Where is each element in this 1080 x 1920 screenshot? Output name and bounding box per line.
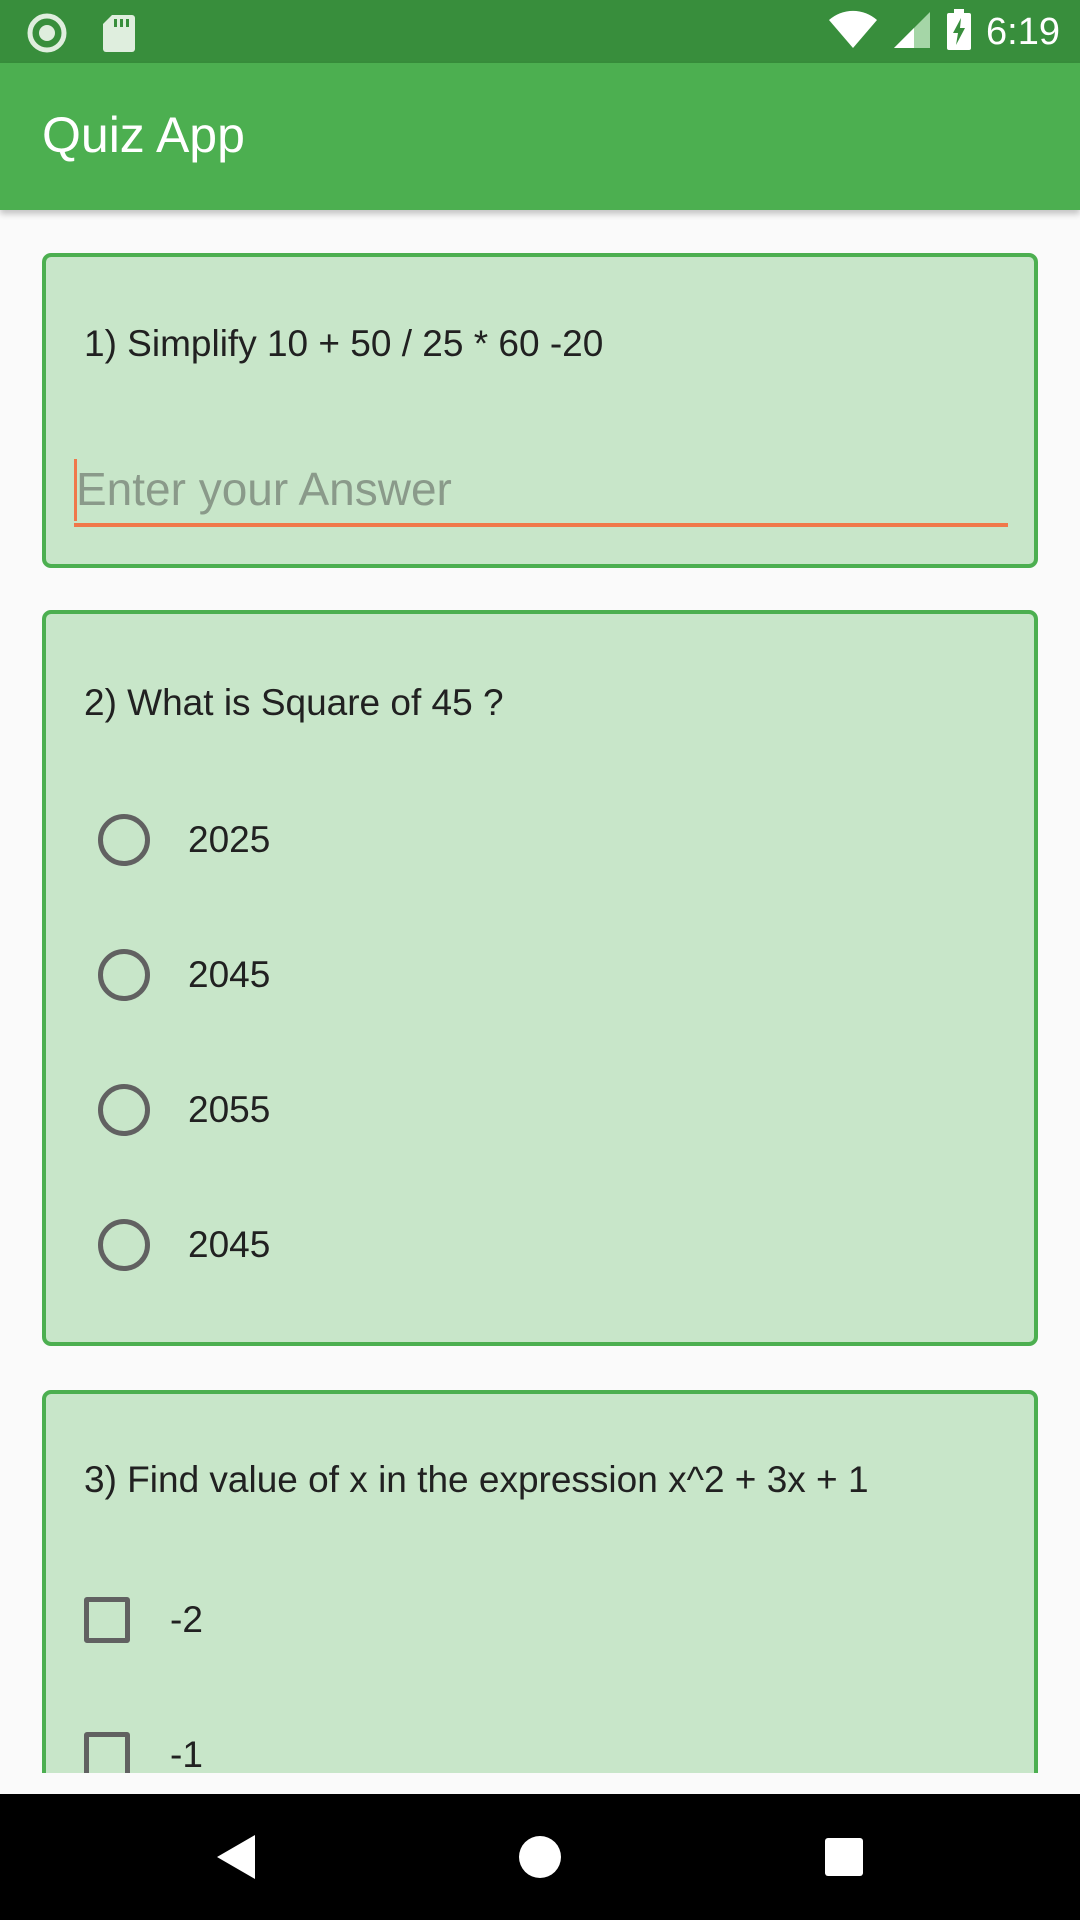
question-text-1: 1) Simplify 10 + 50 / 25 * 60 -20: [84, 323, 604, 364]
checkbox-option-label: -2: [170, 1599, 203, 1640]
checkbox-option-1[interactable]: -2: [84, 1590, 984, 1650]
record-icon: [26, 12, 68, 59]
checkbox-option-label: -1: [170, 1734, 203, 1773]
radio-button-icon[interactable]: [98, 814, 150, 866]
status-time: 6:19: [986, 11, 1060, 53]
sd-card-icon: [102, 13, 136, 58]
radio-option-2[interactable]: 2045: [98, 945, 998, 1005]
radio-button-icon[interactable]: [98, 1219, 150, 1271]
battery-charging-icon: [946, 9, 972, 56]
radio-option-label: 2045: [188, 954, 271, 995]
radio-option-label: 2025: [188, 819, 271, 860]
navigation-bar: [0, 1794, 1080, 1920]
question-card-1: 1) Simplify 10 + 50 / 25 * 60 -20: [42, 253, 1038, 568]
radio-option-label: 2055: [188, 1089, 271, 1130]
question-card-2: 2) What is Square of 45 ? 2025 2045 2055…: [42, 610, 1038, 1346]
status-bar: 6:19: [0, 0, 1080, 63]
back-icon: [217, 1835, 255, 1879]
wifi-icon: [828, 10, 878, 55]
radio-option-3[interactable]: 2055: [98, 1080, 998, 1140]
text-cursor: [74, 459, 77, 521]
radio-button-icon[interactable]: [98, 1084, 150, 1136]
app-title: Quiz App: [42, 107, 245, 163]
app-bar: Quiz App: [0, 63, 1080, 210]
home-button[interactable]: [470, 1794, 610, 1920]
radio-button-icon[interactable]: [98, 949, 150, 1001]
quiz-scroll-content[interactable]: 1) Simplify 10 + 50 / 25 * 60 -20 2) Wha…: [0, 210, 1080, 1773]
radio-option-4[interactable]: 2045: [98, 1215, 998, 1275]
answer-input[interactable]: [74, 455, 1008, 527]
question-card-3: 3) Find value of x in the expression x^2…: [42, 1390, 1038, 1773]
checkbox-icon[interactable]: [84, 1732, 130, 1773]
checkbox-icon[interactable]: [84, 1597, 130, 1643]
question-text-2: 2) What is Square of 45 ?: [84, 682, 504, 723]
recents-icon: [825, 1838, 863, 1876]
checkbox-option-2[interactable]: -1: [84, 1725, 984, 1773]
recents-button[interactable]: [774, 1794, 914, 1920]
home-icon: [519, 1836, 561, 1878]
radio-option-label: 2045: [188, 1224, 271, 1265]
back-button[interactable]: [166, 1794, 306, 1920]
signal-icon: [892, 10, 932, 55]
radio-option-1[interactable]: 2025: [98, 810, 998, 870]
question-text-3: 3) Find value of x in the expression x^2…: [84, 1459, 869, 1500]
